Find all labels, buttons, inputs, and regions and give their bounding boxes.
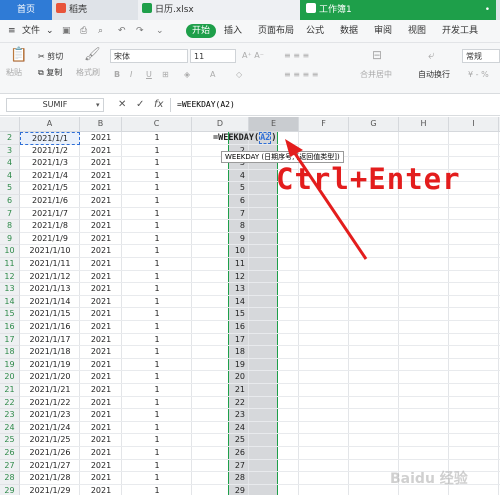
watermark: Baidu 经验: [390, 471, 468, 487]
font-color-icon[interactable]: A: [210, 69, 215, 81]
tab-docer[interactable]: 稻壳: [52, 0, 138, 20]
menu-developer[interactable]: 开发工具: [442, 24, 478, 38]
wrap-text-icon[interactable]: ⤶: [428, 49, 435, 61]
save-icon[interactable]: ▣: [62, 24, 71, 38]
insert-function-icon[interactable]: fx: [154, 98, 163, 112]
docer-icon: [56, 3, 66, 13]
undo-icon[interactable]: ↶: [118, 24, 126, 38]
tab-home[interactable]: 首页: [0, 0, 52, 20]
align-left-icon[interactable]: ≡ ≡ ≡ ≡: [284, 69, 318, 81]
bold-icon[interactable]: B: [114, 69, 120, 81]
name-box[interactable]: SUMIF: [6, 98, 104, 112]
print-preview-icon[interactable]: ⌕: [98, 24, 103, 38]
tab-bar: 首页 稻壳 日历.xlsx 工作簿1 •: [0, 0, 500, 20]
currency-icon[interactable]: ¥ - %: [468, 69, 489, 81]
underline-icon[interactable]: U: [146, 69, 152, 81]
increase-font-icon[interactable]: A⁺ A⁻: [242, 50, 264, 62]
merge-center-icon[interactable]: ⊟: [372, 49, 382, 61]
shortcut-annotation: Ctrl+Enter: [276, 162, 461, 196]
tab-workbook1[interactable]: 工作簿1 •: [300, 0, 496, 20]
wrap-text-button[interactable]: 自动换行: [418, 69, 450, 81]
border-icon[interactable]: ⊞: [162, 69, 169, 81]
font-size-select[interactable]: 11: [190, 49, 236, 63]
menu-page-layout[interactable]: 页面布局: [258, 24, 294, 38]
menu-data[interactable]: 数据: [340, 24, 358, 38]
spreadsheet-icon: [306, 3, 316, 13]
chevron-down-icon[interactable]: ▾: [96, 98, 100, 112]
tab-label: 稻壳: [69, 5, 88, 15]
format-painter-icon[interactable]: 🖌: [84, 48, 101, 61]
ribbon-toolbar: 📋 粘贴 ✂ 剪切 ⧉ 复制 🖌 格式刷 宋体 11 A⁺ A⁻ B I U ⊞…: [0, 43, 500, 94]
more-icon[interactable]: ⌄: [156, 24, 164, 38]
menu-insert[interactable]: 插入: [224, 24, 242, 38]
cut-label: 剪切: [47, 52, 64, 61]
font-name-select[interactable]: 宋体: [110, 49, 188, 63]
tab-label: 日历.xlsx: [155, 5, 194, 15]
print-icon[interactable]: ⎙: [80, 24, 87, 38]
paste-icon[interactable]: 📋: [10, 48, 27, 62]
fill-color-icon[interactable]: ◈: [184, 69, 190, 81]
cut-button[interactable]: ✂ 剪切: [38, 51, 63, 63]
menu-formulas[interactable]: 公式: [306, 24, 324, 38]
hamburger-icon[interactable]: ≡: [8, 24, 16, 38]
menu-view[interactable]: 视图: [408, 24, 426, 38]
italic-icon[interactable]: I: [130, 69, 132, 81]
merge-center-button[interactable]: 合并居中: [360, 69, 392, 81]
copy-button[interactable]: ⧉ 复制: [38, 67, 62, 79]
copy-label: 复制: [46, 68, 63, 77]
spreadsheet-icon: [142, 3, 152, 13]
eraser-icon[interactable]: ◇: [236, 69, 242, 81]
tab-calendar-file[interactable]: 日历.xlsx: [138, 0, 304, 20]
chevron-down-icon[interactable]: ⌄: [46, 24, 54, 38]
align-top-icon[interactable]: ≡ ≡ ≡: [284, 50, 309, 62]
formula-bar: SUMIF ▾ ✕ ✓ fx =WEEKDAY(A2): [0, 95, 500, 116]
menu-bar: ≡ 文件 ⌄ ▣ ⎙ ⌕ ↶ ↷ ⌄ 开始 插入 页面布局 公式 数据 审阅 视…: [0, 20, 500, 43]
formula-input[interactable]: =WEEKDAY(A2): [170, 98, 500, 112]
menu-review[interactable]: 审阅: [374, 24, 392, 38]
paste-button[interactable]: 粘贴: [6, 67, 22, 79]
menu-home[interactable]: 开始: [186, 24, 217, 38]
tab-label: 工作簿1: [319, 5, 352, 15]
menu-file[interactable]: 文件: [22, 24, 40, 38]
format-painter-button[interactable]: 格式刷: [76, 67, 100, 79]
number-format-select[interactable]: 常规: [462, 49, 500, 63]
redo-icon[interactable]: ↷: [136, 24, 144, 38]
cancel-icon[interactable]: ✕: [118, 98, 126, 112]
close-tab-icon[interactable]: •: [485, 0, 490, 20]
confirm-icon[interactable]: ✓: [136, 98, 144, 112]
